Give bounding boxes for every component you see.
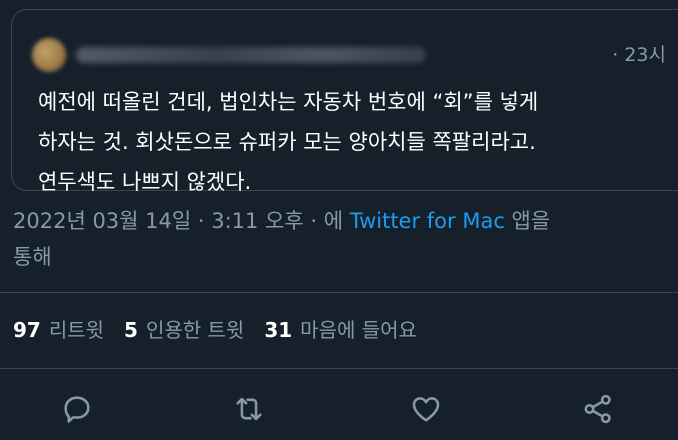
divider [0,292,678,293]
tweet-stats: 97 리트윗 5 인용한 트윗 31 마음에 들어요 [13,314,417,343]
quotes-label: 인용한 트윗 [145,318,245,342]
retweets-stat[interactable]: 97 리트윗 [13,314,104,343]
reply-icon[interactable] [60,392,94,426]
retweet-icon[interactable] [232,392,266,426]
tweet-date[interactable]: 2022년 03월 14일 · 3:11 오후 · 에 [13,209,350,233]
blurred-author-name [76,47,426,63]
likes-count: 31 [264,318,293,342]
tweet-meta: 2022년 03월 14일 · 3:11 오후 · 에 Twitter for … [13,203,663,275]
avatar[interactable] [32,38,66,72]
quoted-tweet-text: 예전에 떠올린 건데, 법인차는 자동차 번호에 “회”를 넣게 하자는 것. … [38,90,539,194]
tweet-actions [0,386,678,432]
retweets-count: 97 [13,318,41,342]
likes-label: 마음에 들어요 [300,318,417,342]
quoted-tweet-header [32,38,426,72]
quoted-tweet-card[interactable]: · 23시 예전에 떠올린 건데, 법인차는 자동차 번호에 “회”를 넣게 하… [11,9,678,194]
quoted-tweet-time[interactable]: · 23시 [612,40,666,67]
share-icon[interactable] [581,392,615,426]
like-icon[interactable] [409,392,443,426]
tweet-source-link[interactable]: Twitter for Mac [350,209,505,233]
divider [0,368,678,369]
quotes-count: 5 [124,318,138,342]
likes-stat[interactable]: 31 마음에 들어요 [264,314,417,343]
quotes-stat[interactable]: 5 인용한 트윗 [124,314,244,343]
retweets-label: 리트윗 [48,318,105,342]
